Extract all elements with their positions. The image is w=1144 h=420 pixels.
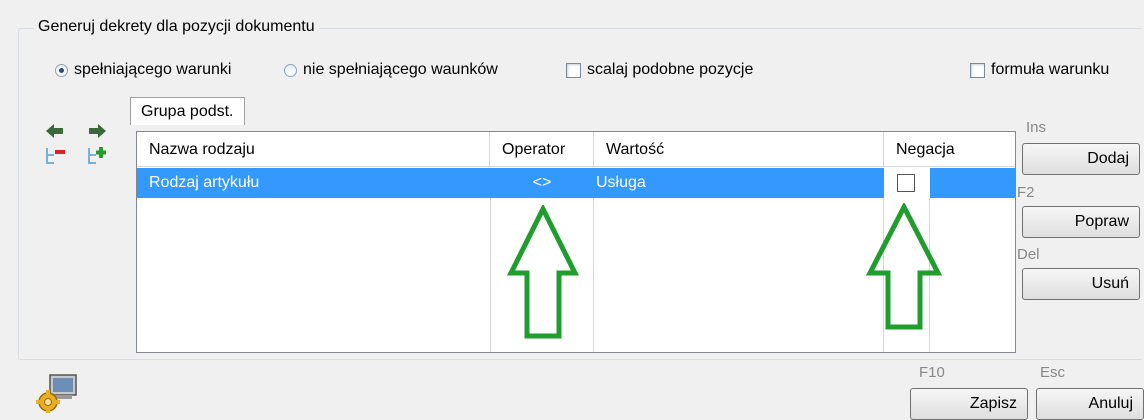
- group-title: Generuj dekrety dla pozycji dokumentu: [34, 18, 319, 36]
- column-divider: [490, 198, 491, 352]
- add-button[interactable]: Dodaj: [1022, 143, 1140, 175]
- column-divider: [593, 198, 594, 352]
- annotation-arrow-icon: [866, 203, 942, 330]
- annotation-arrow-icon: [507, 205, 579, 339]
- column-header-operator[interactable]: Operator: [490, 132, 594, 167]
- tree-remove-icon[interactable]: [44, 146, 66, 166]
- radio-nomatch-label: nie spełniającego waunków: [303, 61, 498, 78]
- delete-key-hint: Del: [1017, 246, 1040, 263]
- column-header-value[interactable]: Wartość: [594, 132, 884, 167]
- edit-button[interactable]: Popraw: [1022, 206, 1140, 238]
- cell-name[interactable]: Rodzaj artykułu: [149, 168, 259, 198]
- condition-formula-checkbox[interactable]: formuła warunku: [970, 61, 1109, 79]
- radio-match[interactable]: spełniającego warunki: [55, 61, 231, 79]
- condition-formula-label: formuła warunku: [991, 61, 1110, 78]
- cancel-key-hint: Esc: [1040, 364, 1066, 381]
- cell-operator[interactable]: <>: [490, 168, 594, 198]
- checkbox-icon: [970, 62, 985, 78]
- negation-checkbox[interactable]: [897, 174, 915, 192]
- radio-match-label: spełniającego warunki: [74, 61, 232, 78]
- arrow-left-icon[interactable]: [46, 123, 64, 139]
- tree-add-icon[interactable]: [86, 146, 108, 166]
- radio-nomatch[interactable]: nie spełniającego waunków: [284, 61, 498, 79]
- tab-basic-group[interactable]: Grupa podst.: [130, 97, 245, 125]
- add-key-hint: Ins: [1026, 119, 1047, 136]
- merge-similar-label: scalaj podobne pozycje: [587, 61, 754, 78]
- cancel-button[interactable]: Anuluj: [1036, 388, 1144, 420]
- column-header-negation[interactable]: Negacja: [884, 132, 1015, 167]
- column-header-name[interactable]: Nazwa rodzaju: [137, 132, 490, 167]
- radio-unchecked-icon: [284, 63, 297, 77]
- cell-value[interactable]: Usługa: [596, 168, 646, 198]
- arrow-right-icon[interactable]: [88, 123, 106, 139]
- radio-checked-icon: [55, 63, 68, 77]
- merge-similar-checkbox[interactable]: scalaj podobne pozycje: [566, 61, 753, 79]
- delete-button[interactable]: Usuń: [1022, 268, 1140, 300]
- save-key-hint: F10: [919, 364, 945, 381]
- edit-key-hint: F2: [1017, 184, 1035, 201]
- checkbox-icon: [566, 62, 581, 78]
- save-button[interactable]: Zapisz: [910, 388, 1028, 420]
- gear-computer-icon[interactable]: [34, 372, 80, 414]
